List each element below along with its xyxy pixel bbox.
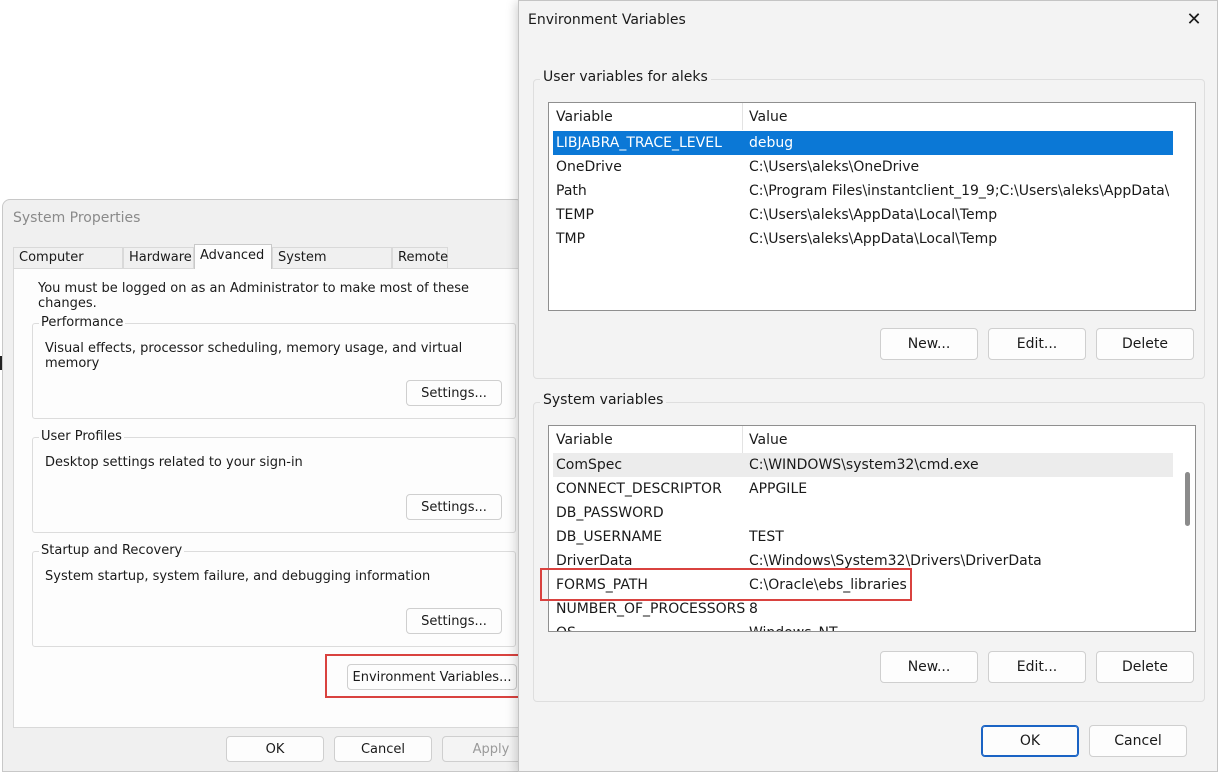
- table-row[interactable]: OneDrive C:\Users\aleks\OneDrive: [553, 155, 1173, 179]
- tab-hardware[interactable]: Hardware: [123, 247, 194, 268]
- system-list-scrollbar[interactable]: [1182, 452, 1192, 626]
- table-row[interactable]: ComSpec C:\WINDOWS\system32\cmd.exe: [553, 453, 1173, 477]
- performance-group: Performance Visual effects, processor sc…: [32, 315, 516, 419]
- row-variable: CONNECT_DESCRIPTOR: [556, 481, 722, 497]
- sysprops-cancel-button[interactable]: Cancel: [334, 736, 432, 762]
- table-row[interactable]: CONNECT_DESCRIPTOR APPGILE: [553, 477, 1173, 501]
- user-profiles-group-title: User Profiles: [39, 429, 124, 444]
- row-variable: Path: [556, 183, 587, 199]
- startup-recovery-group-title: Startup and Recovery: [39, 543, 185, 558]
- row-variable: OS: [556, 621, 576, 631]
- scrollbar-thumb[interactable]: [1185, 472, 1190, 526]
- user-col-value[interactable]: Value: [749, 109, 787, 125]
- table-row[interactable]: DB_USERNAME TEST: [553, 525, 1173, 549]
- table-row[interactable]: FORMS_PATH C:\Oracle\ebs_libraries: [553, 573, 1173, 597]
- table-row[interactable]: OS Windows_NT: [553, 621, 1173, 631]
- system-col-variable[interactable]: Variable: [556, 432, 613, 448]
- system-new-button[interactable]: New...: [880, 651, 978, 683]
- tab-computer-name[interactable]: Computer Name: [13, 247, 123, 285]
- system-properties-dialog: System Properties Computer Name Hardware…: [2, 199, 540, 772]
- row-variable: LIBJABRA_TRACE_LEVEL: [556, 135, 722, 151]
- system-delete-button[interactable]: Delete: [1096, 651, 1194, 683]
- startup-recovery-description: System startup, system failure, and debu…: [45, 569, 431, 584]
- row-value: C:\Users\aleks\AppData\Local\Temp: [749, 231, 998, 247]
- env-cancel-button[interactable]: Cancel: [1089, 725, 1187, 757]
- sysprops-ok-button[interactable]: OK: [226, 736, 324, 762]
- row-value: C:\WINDOWS\system32\cmd.exe: [749, 457, 979, 473]
- environment-variables-dialog: Environment Variables ✕ User variables f…: [518, 0, 1218, 772]
- table-row[interactable]: DriverData C:\Windows\System32\Drivers\D…: [553, 549, 1173, 573]
- close-icon[interactable]: ✕: [1183, 9, 1205, 31]
- env-dialog-title: Environment Variables: [528, 12, 686, 28]
- user-profiles-settings-button[interactable]: Settings...: [406, 494, 502, 520]
- system-variables-title: System variables: [540, 392, 667, 408]
- env-ok-button[interactable]: OK: [981, 725, 1079, 757]
- system-variables-list[interactable]: Variable Value ComSpec C:\WINDOWS\system…: [548, 425, 1196, 632]
- tab-advanced[interactable]: Advanced: [194, 244, 272, 269]
- performance-settings-button[interactable]: Settings...: [406, 380, 502, 406]
- row-variable: NUMBER_OF_PROCESSORS: [556, 601, 746, 617]
- user-variables-section: User variables for aleks Variable Value …: [533, 69, 1205, 379]
- row-value: C:\Oracle\ebs_libraries: [749, 577, 907, 593]
- user-variables-list[interactable]: Variable Value LIBJABRA_TRACE_LEVEL debu…: [548, 102, 1196, 311]
- performance-group-title: Performance: [39, 315, 126, 330]
- user-delete-button[interactable]: Delete: [1096, 328, 1194, 360]
- admin-note: You must be logged on as an Administrato…: [38, 281, 469, 311]
- row-value: C:\Users\aleks\AppData\Local\Temp: [749, 207, 998, 223]
- row-variable: TMP: [556, 231, 586, 247]
- table-row[interactable]: TMP C:\Users\aleks\AppData\Local\Temp: [553, 227, 1173, 251]
- user-list-header: Variable Value: [549, 103, 1195, 130]
- table-row[interactable]: DB_PASSWORD: [553, 501, 1173, 525]
- row-variable: DriverData: [556, 553, 633, 569]
- tab-system-protection[interactable]: System Protection: [272, 247, 392, 285]
- environment-variables-button[interactable]: Environment Variables...: [347, 664, 517, 690]
- startup-recovery-group: Startup and Recovery System startup, sys…: [32, 543, 516, 647]
- row-value: TEST: [749, 529, 784, 545]
- user-new-button[interactable]: New...: [880, 328, 978, 360]
- row-value: 8: [749, 601, 758, 617]
- user-profiles-group: User Profiles Desktop settings related t…: [32, 429, 516, 533]
- user-col-variable[interactable]: Variable: [556, 109, 613, 125]
- system-col-separator[interactable]: [742, 426, 743, 453]
- startup-recovery-settings-button[interactable]: Settings...: [406, 608, 502, 634]
- system-variables-section: System variables Variable Value ComSpec …: [533, 392, 1205, 702]
- row-variable: OneDrive: [556, 159, 622, 175]
- tab-remote[interactable]: Remote: [392, 247, 448, 268]
- row-variable: DB_USERNAME: [556, 529, 663, 545]
- user-edit-button[interactable]: Edit...: [988, 328, 1086, 360]
- system-properties-title: System Properties: [13, 210, 141, 226]
- user-variables-title: User variables for aleks: [540, 69, 711, 85]
- table-row[interactable]: NUMBER_OF_PROCESSORS 8: [553, 597, 1173, 621]
- system-col-value[interactable]: Value: [749, 432, 787, 448]
- row-variable: ComSpec: [556, 457, 623, 473]
- row-value: C:\Users\aleks\OneDrive: [749, 159, 920, 175]
- table-row[interactable]: LIBJABRA_TRACE_LEVEL debug: [553, 131, 1173, 155]
- row-value: Windows_NT: [749, 621, 1169, 631]
- table-row[interactable]: Path C:\Program Files\instantclient_19_9…: [553, 179, 1173, 203]
- row-value: C:\Program Files\instantclient_19_9;C:\U…: [749, 183, 1169, 199]
- row-variable: TEMP: [556, 207, 594, 223]
- advanced-tab-panel: You must be logged on as an Administrato…: [13, 268, 530, 728]
- performance-description: Visual effects, processor scheduling, me…: [45, 341, 463, 371]
- row-variable: DB_PASSWORD: [556, 505, 664, 521]
- row-variable: FORMS_PATH: [556, 577, 648, 593]
- row-value: APPGILE: [749, 481, 808, 497]
- row-value: C:\Windows\System32\Drivers\DriverData: [749, 553, 1042, 569]
- system-list-header: Variable Value: [549, 426, 1195, 453]
- user-profiles-description: Desktop settings related to your sign-in: [45, 455, 303, 470]
- system-edit-button[interactable]: Edit...: [988, 651, 1086, 683]
- row-value: debug: [749, 135, 794, 151]
- table-row[interactable]: TEMP C:\Users\aleks\AppData\Local\Temp: [553, 203, 1173, 227]
- user-col-separator[interactable]: [742, 103, 743, 130]
